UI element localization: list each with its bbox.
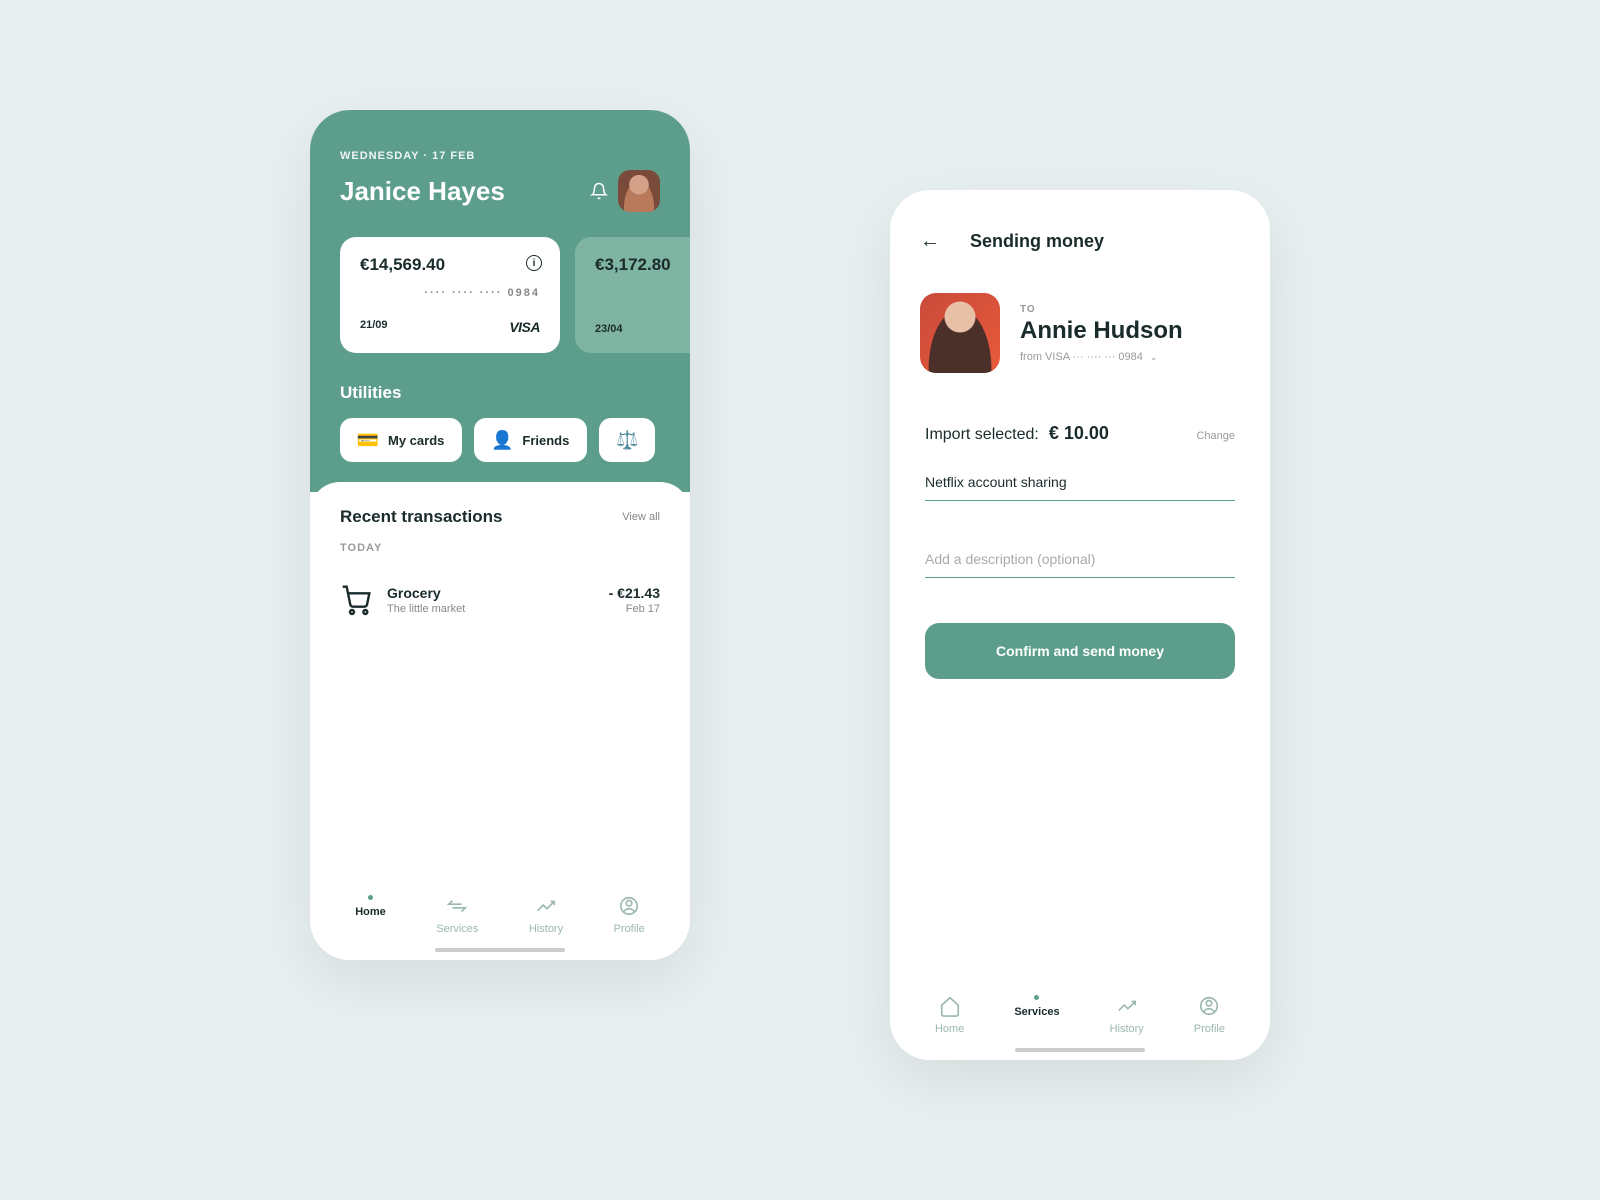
recipient-avatar[interactable] bbox=[920, 293, 1000, 373]
header: WEDNESDAY · 17 FEB Janice Hayes €14,569.… bbox=[310, 110, 690, 492]
home-indicator bbox=[1015, 1048, 1145, 1052]
chart-icon bbox=[1116, 995, 1138, 1017]
chart-icon bbox=[535, 895, 557, 917]
nav-profile[interactable]: Profile bbox=[1194, 995, 1225, 1035]
card-expiry: 23/04 bbox=[595, 323, 623, 335]
card-balance: €3,172.80 bbox=[595, 255, 690, 275]
from-card-selector[interactable]: from VISA ··· ···· ··· 0984 ⌄ bbox=[1020, 351, 1183, 363]
date-label: WEDNESDAY · 17 FEB bbox=[340, 150, 660, 162]
utilities-title: Utilities bbox=[340, 383, 660, 403]
page-title: Sending money bbox=[970, 231, 1104, 252]
active-dot-icon bbox=[1034, 995, 1039, 1000]
recent-title: Recent transactions bbox=[340, 507, 503, 527]
nav-label: Home bbox=[935, 1023, 964, 1035]
from-card-text: from VISA ··· ···· ··· 0984 bbox=[1020, 351, 1143, 363]
home-indicator bbox=[435, 948, 565, 952]
profile-icon bbox=[1198, 995, 1220, 1017]
nav-history[interactable]: History bbox=[1110, 995, 1144, 1035]
view-all-link[interactable]: View all bbox=[622, 511, 660, 523]
note-input[interactable] bbox=[925, 464, 1235, 501]
cards-carousel[interactable]: €14,569.40 i ···· ···· ···· 0984 21/09 V… bbox=[340, 237, 660, 353]
amount-row: Import selected: € 10.00 Change bbox=[890, 393, 1270, 454]
nav-line-label: History bbox=[1110, 1023, 1144, 1035]
recent-transactions: Recent transactions View all TODAY Groce… bbox=[310, 482, 690, 636]
nav-label: Services bbox=[436, 923, 478, 935]
description-input[interactable] bbox=[925, 541, 1235, 578]
back-button[interactable]: ← bbox=[920, 230, 940, 253]
change-amount-link[interactable]: Change bbox=[1196, 430, 1235, 442]
utility-label: Friends bbox=[522, 433, 569, 448]
send-money-screen: ← Sending money TO Annie Hudson from VIS… bbox=[890, 190, 1270, 1060]
scales-icon: ⚖️ bbox=[617, 430, 637, 450]
transaction-row[interactable]: Grocery The little market - €21.43 Feb 1… bbox=[340, 574, 660, 626]
nav-home[interactable]: Home bbox=[355, 895, 386, 935]
nav-label: History bbox=[529, 923, 563, 935]
nav-label: Profile bbox=[614, 923, 645, 935]
confirm-send-button[interactable]: Confirm and send money bbox=[925, 623, 1235, 679]
utilities-row: 💳 My cards 👤 Friends ⚖️ bbox=[340, 418, 660, 462]
transaction-title: Grocery bbox=[387, 585, 594, 601]
active-dot-icon bbox=[368, 895, 373, 900]
utility-label: My cards bbox=[388, 433, 444, 448]
utility-friends[interactable]: 👤 Friends bbox=[474, 418, 587, 462]
card-expiry: 21/09 bbox=[360, 319, 388, 335]
to-label: TO bbox=[1020, 304, 1183, 315]
info-icon[interactable]: i bbox=[526, 255, 542, 271]
utility-my-cards[interactable]: 💳 My cards bbox=[340, 418, 462, 462]
bell-icon[interactable] bbox=[590, 182, 608, 200]
home-screen: WEDNESDAY · 17 FEB Janice Hayes €14,569.… bbox=[310, 110, 690, 960]
transaction-subtitle: The little market bbox=[387, 603, 594, 615]
nav-history[interactable]: History bbox=[529, 895, 563, 935]
nav-label: Profile bbox=[1194, 1023, 1225, 1035]
recipient-block: TO Annie Hudson from VISA ··· ···· ··· 0… bbox=[890, 273, 1270, 393]
utility-more[interactable]: ⚖️ bbox=[599, 418, 655, 462]
card-balance: €14,569.40 bbox=[360, 255, 540, 275]
home-icon bbox=[939, 995, 961, 1017]
transaction-date: Feb 17 bbox=[609, 603, 660, 615]
transfer-icon bbox=[446, 895, 468, 917]
amount-value: € 10.00 bbox=[1049, 423, 1109, 444]
nav-label: Services bbox=[1014, 1006, 1059, 1018]
nav-services[interactable]: Services bbox=[1014, 995, 1059, 1035]
nav-label: Home bbox=[355, 906, 386, 918]
nav-home[interactable]: Home bbox=[935, 995, 964, 1035]
cards-icon: 💳 bbox=[358, 430, 378, 450]
user-name: Janice Hayes bbox=[340, 176, 505, 207]
card-secondary[interactable]: €3,172.80 23/04 bbox=[575, 237, 690, 353]
recipient-name: Annie Hudson bbox=[1020, 317, 1183, 345]
avatar[interactable] bbox=[618, 170, 660, 212]
profile-icon bbox=[618, 895, 640, 917]
nav-services[interactable]: Services bbox=[436, 895, 478, 935]
chevron-down-icon: ⌄ bbox=[1150, 352, 1158, 362]
card-brand: VISA bbox=[509, 319, 540, 335]
transaction-amount: - €21.43 bbox=[609, 585, 660, 601]
friends-icon: 👤 bbox=[492, 430, 512, 450]
card-number: ···· ···· ···· 0984 bbox=[360, 287, 540, 299]
today-label: TODAY bbox=[340, 542, 660, 554]
cart-icon bbox=[340, 584, 372, 616]
nav-profile[interactable]: Profile bbox=[614, 895, 645, 935]
card-primary[interactable]: €14,569.40 i ···· ···· ···· 0984 21/09 V… bbox=[340, 237, 560, 353]
amount-label: Import selected: bbox=[925, 426, 1039, 444]
